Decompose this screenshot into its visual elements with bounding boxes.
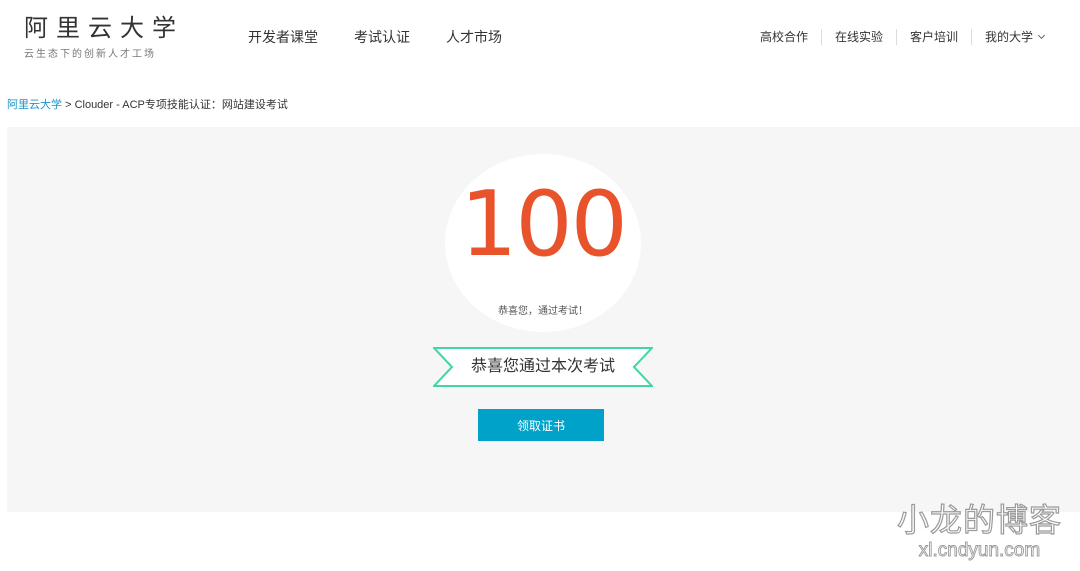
chevron-down-icon: [1037, 31, 1046, 40]
watermark: 小龙的博客 xl.cndyun.com: [896, 501, 1062, 562]
get-certificate-button[interactable]: 领取证书: [478, 409, 604, 441]
logo-subtitle: 云生态下的创新人才工场: [24, 49, 156, 60]
congrats-ribbon: 恭喜您通过本次考试: [433, 347, 653, 387]
watermark-url: xl.cndyun.com: [918, 540, 1041, 562]
exam-result-panel: 100 恭喜您，通过考试！ 恭喜您通过本次考试 领取证书: [7, 127, 1080, 512]
nav-item-customer-training[interactable]: 客户培训: [895, 29, 971, 45]
nav-item-talent-market[interactable]: 人才市场: [446, 27, 502, 47]
score-circle: 100 恭喜您，通过考试！: [445, 154, 641, 332]
logo-title: 阿里云大学: [24, 14, 184, 42]
ribbon-text: 恭喜您通过本次考试: [470, 358, 615, 375]
nav-item-exam-certification[interactable]: 考试认证: [354, 27, 410, 47]
breadcrumb: 阿里云大学 > Clouder - ACP专项技能认证：网站建设考试: [7, 98, 288, 112]
nav-item-online-lab[interactable]: 在线实验: [820, 29, 896, 45]
logo[interactable]: 阿里云大学 云生态下的创新人才工场: [24, 14, 184, 60]
nav-item-university-cooperation[interactable]: 高校合作: [747, 29, 821, 45]
exam-score: 100: [460, 172, 628, 277]
breadcrumb-separator: >: [65, 99, 72, 111]
score-caption: 恭喜您，通过考试！: [498, 306, 588, 317]
breadcrumb-home-link[interactable]: 阿里云大学: [7, 99, 62, 111]
main-nav: 开发者课堂 考试认证 人才市场: [248, 27, 538, 47]
watermark-title: 小龙的博客: [896, 501, 1062, 539]
my-university-menu[interactable]: 我的大学: [970, 29, 1050, 45]
nav-item-developer-classroom[interactable]: 开发者课堂: [248, 27, 318, 47]
site-header: 阿里云大学 云生态下的创新人才工场 开发者课堂 考试认证 人才市场 高校合作 在…: [0, 0, 1080, 78]
breadcrumb-current: Clouder - ACP专项技能认证：网站建设考试: [74, 99, 288, 111]
secondary-nav: 高校合作 在线实验 客户培训 我的大学: [747, 29, 1050, 45]
my-university-label: 我的大学: [984, 30, 1033, 44]
